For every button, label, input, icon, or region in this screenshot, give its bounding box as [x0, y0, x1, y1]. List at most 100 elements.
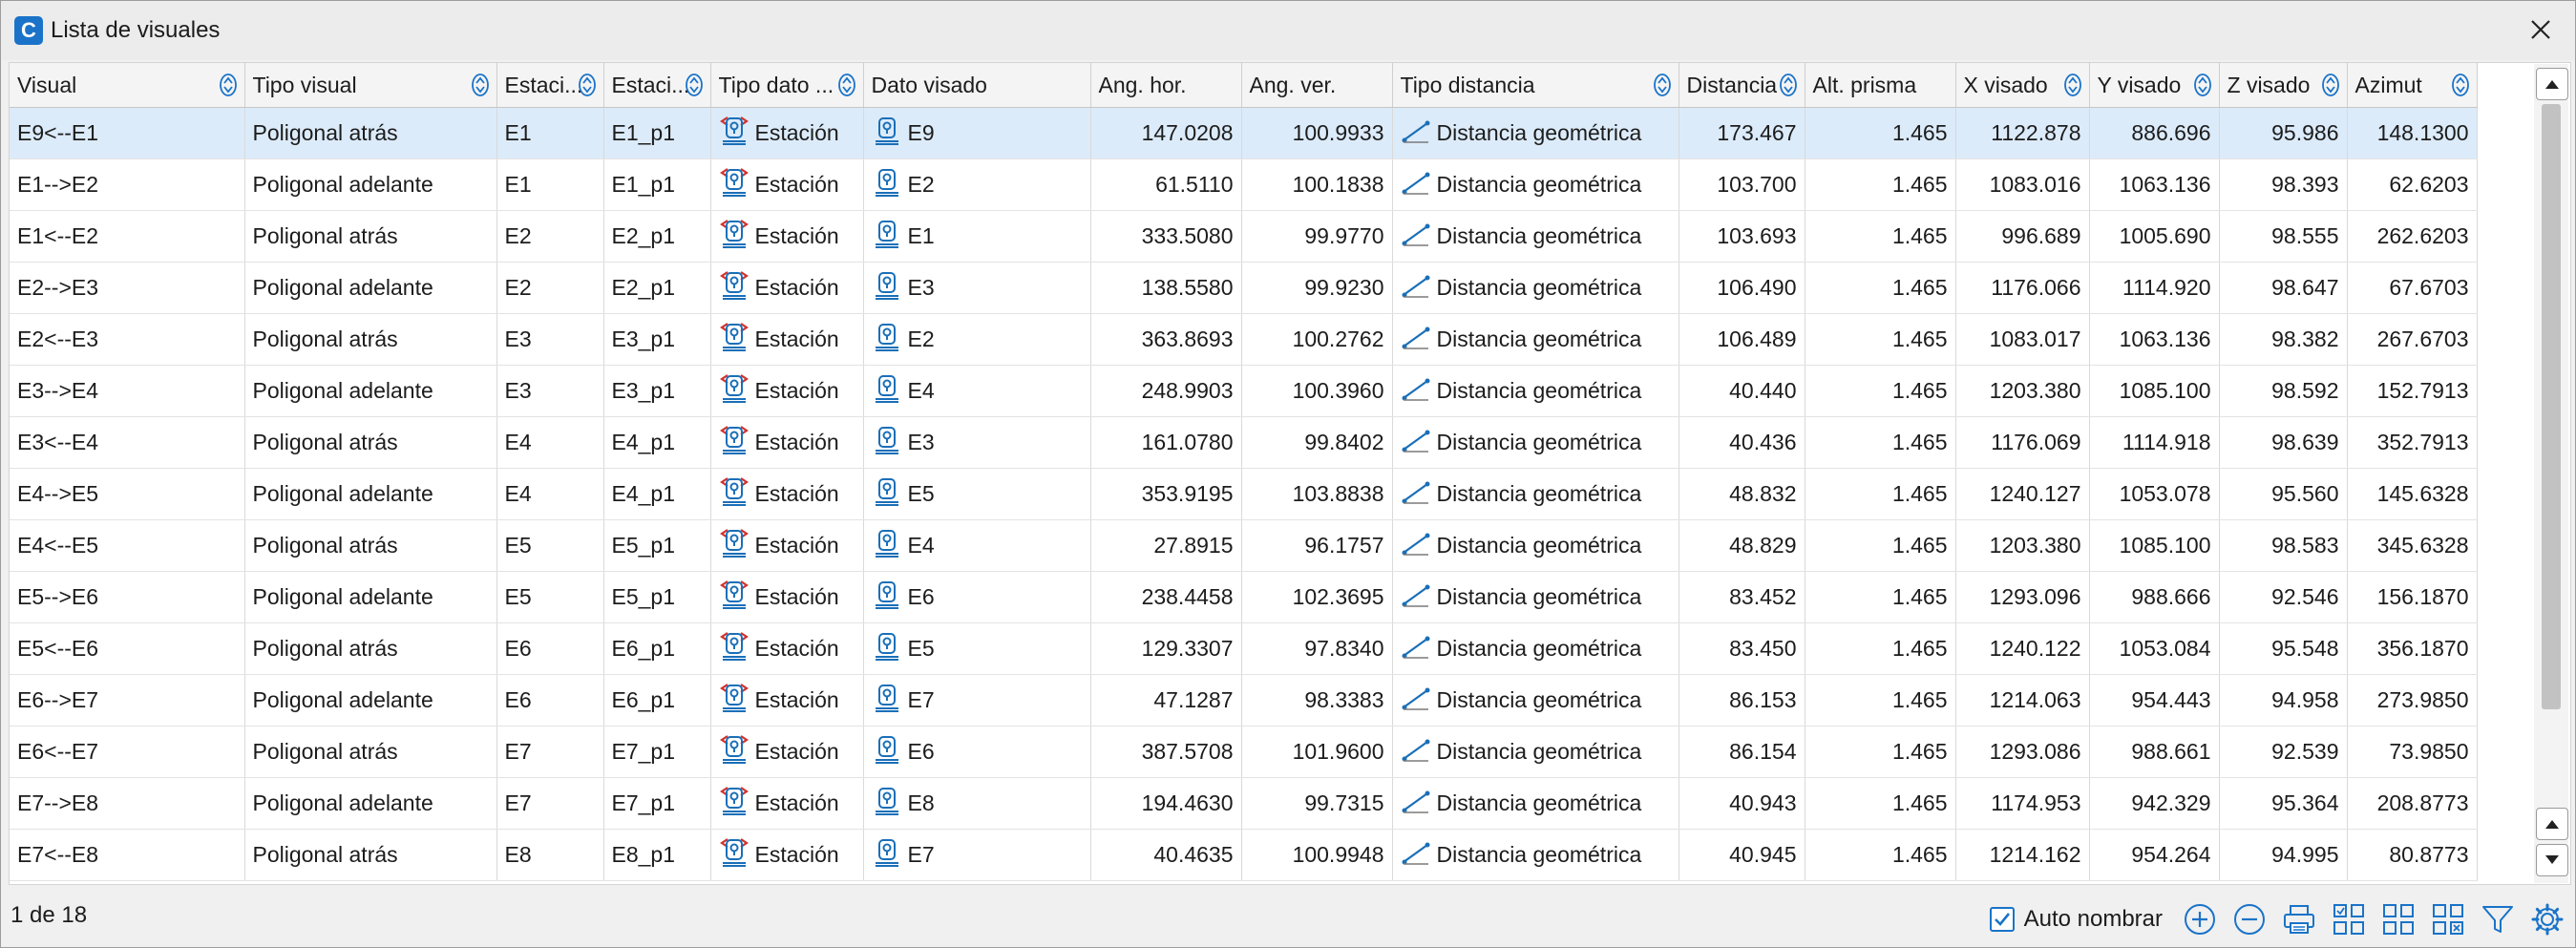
cell-azimut[interactable]: 352.7913	[2347, 416, 2478, 469]
sort-icon[interactable]	[2450, 73, 2471, 97]
cell-x_visado[interactable]: 1293.096	[1955, 571, 2090, 623]
cell-azimut[interactable]: 273.9850	[2347, 674, 2478, 727]
cell-x_visado[interactable]: 1214.162	[1955, 829, 2090, 881]
cell-alt_prisma[interactable]: 1.465	[1805, 519, 1956, 572]
cell-tipo_dato[interactable]: Estación	[710, 416, 864, 469]
cell-estacion2[interactable]: E1_p1	[603, 158, 711, 211]
cell-tipo_distancia[interactable]: Distancia geométrica	[1392, 365, 1679, 417]
sort-icon[interactable]	[1652, 73, 1673, 97]
cell-azimut[interactable]: 62.6203	[2347, 158, 2478, 211]
cell-visual[interactable]: E6<--E7	[10, 726, 245, 778]
cell-alt_prisma[interactable]: 1.465	[1805, 158, 1956, 211]
cell-tipo_distancia[interactable]: Distancia geométrica	[1392, 674, 1679, 727]
column-header-x_visado[interactable]: X visado	[1955, 63, 2090, 108]
cell-visual[interactable]: E3-->E4	[10, 365, 245, 417]
cell-azimut[interactable]: 67.6703	[2347, 262, 2478, 314]
cell-estacion2[interactable]: E6_p1	[603, 674, 711, 727]
cell-dato_visado[interactable]: E5	[863, 468, 1091, 520]
cell-estacion2[interactable]: E7_p1	[603, 777, 711, 830]
cell-ang_hor[interactable]: 47.1287	[1090, 674, 1242, 727]
cell-tipo_visual[interactable]: Poligonal adelante	[244, 468, 497, 520]
cell-tipo_dato[interactable]: Estación	[710, 468, 864, 520]
cell-tipo_distancia[interactable]: Distancia geométrica	[1392, 622, 1679, 675]
column-header-z_visado[interactable]: Z visado	[2219, 63, 2348, 108]
cell-estacion[interactable]: E2	[496, 210, 604, 263]
cell-tipo_dato[interactable]: Estación	[710, 674, 864, 727]
cell-distancia[interactable]: 40.440	[1679, 365, 1805, 417]
cell-ang_ver[interactable]: 101.9600	[1241, 726, 1393, 778]
cell-estacion[interactable]: E4	[496, 468, 604, 520]
cell-distancia[interactable]: 40.943	[1679, 777, 1805, 830]
cell-dato_visado[interactable]: E7	[863, 829, 1091, 881]
cell-tipo_dato[interactable]: Estación	[710, 365, 864, 417]
cell-distancia[interactable]: 40.945	[1679, 829, 1805, 881]
cell-ang_hor[interactable]: 248.9903	[1090, 365, 1242, 417]
scroll-down-button[interactable]	[2536, 844, 2568, 876]
table-row[interactable]: E5<--E6 Poligonal atrás E6 E6_p1 Estación E5 1…	[10, 622, 2478, 675]
cell-y_visado[interactable]: 1063.136	[2089, 313, 2220, 366]
cell-azimut[interactable]: 262.6203	[2347, 210, 2478, 263]
cell-azimut[interactable]: 267.6703	[2347, 313, 2478, 366]
cell-alt_prisma[interactable]: 1.465	[1805, 468, 1956, 520]
cell-x_visado[interactable]: 1293.086	[1955, 726, 2090, 778]
cell-estacion[interactable]: E2	[496, 262, 604, 314]
cell-visual[interactable]: E6-->E7	[10, 674, 245, 727]
cell-estacion[interactable]: E8	[496, 829, 604, 881]
vertical-scrollbar[interactable]	[2534, 64, 2568, 883]
cell-x_visado[interactable]: 1122.878	[1955, 107, 2090, 159]
cell-tipo_visual[interactable]: Poligonal atrás	[244, 107, 497, 159]
cell-dato_visado[interactable]: E2	[863, 313, 1091, 366]
scrollbar-thumb[interactable]	[2542, 104, 2561, 709]
cell-y_visado[interactable]: 1063.136	[2089, 158, 2220, 211]
cell-tipo_dato[interactable]: Estación	[710, 726, 864, 778]
cell-visual[interactable]: E2<--E3	[10, 313, 245, 366]
cell-estacion[interactable]: E4	[496, 416, 604, 469]
cell-estacion[interactable]: E6	[496, 622, 604, 675]
cell-azimut[interactable]: 148.1300	[2347, 107, 2478, 159]
cell-y_visado[interactable]: 886.696	[2089, 107, 2220, 159]
scroll-up-step-button[interactable]	[2536, 808, 2568, 840]
cell-azimut[interactable]: 345.6328	[2347, 519, 2478, 572]
cell-distancia[interactable]: 103.700	[1679, 158, 1805, 211]
cell-distancia[interactable]: 173.467	[1679, 107, 1805, 159]
cell-y_visado[interactable]: 942.329	[2089, 777, 2220, 830]
remove-button[interactable]	[2231, 901, 2268, 937]
cell-dato_visado[interactable]: E5	[863, 622, 1091, 675]
column-header-tipo_distancia[interactable]: Tipo distancia	[1392, 63, 1679, 108]
sort-icon[interactable]	[1778, 73, 1799, 97]
cell-tipo_visual[interactable]: Poligonal atrás	[244, 313, 497, 366]
cell-ang_hor[interactable]: 129.3307	[1090, 622, 1242, 675]
cell-tipo_distancia[interactable]: Distancia geométrica	[1392, 313, 1679, 366]
cell-dato_visado[interactable]: E2	[863, 158, 1091, 211]
cell-ang_ver[interactable]: 100.9933	[1241, 107, 1393, 159]
cell-x_visado[interactable]: 1176.069	[1955, 416, 2090, 469]
cell-estacion[interactable]: E5	[496, 519, 604, 572]
cell-ang_ver[interactable]: 100.2762	[1241, 313, 1393, 366]
cell-tipo_distancia[interactable]: Distancia geométrica	[1392, 829, 1679, 881]
cell-visual[interactable]: E9<--E1	[10, 107, 245, 159]
cell-ang_hor[interactable]: 333.5080	[1090, 210, 1242, 263]
cell-tipo_visual[interactable]: Poligonal adelante	[244, 777, 497, 830]
cell-visual[interactable]: E1<--E2	[10, 210, 245, 263]
cell-distancia[interactable]: 86.153	[1679, 674, 1805, 727]
auto-name-checkbox[interactable]: Auto nombrar	[1989, 906, 2163, 933]
cell-z_visado[interactable]: 98.393	[2219, 158, 2348, 211]
cell-tipo_distancia[interactable]: Distancia geométrica	[1392, 107, 1679, 159]
column-header-visual[interactable]: Visual	[10, 63, 245, 108]
cell-z_visado[interactable]: 98.583	[2219, 519, 2348, 572]
cell-estacion2[interactable]: E5_p1	[603, 571, 711, 623]
grid-view-1-button[interactable]	[2331, 901, 2367, 937]
cell-estacion2[interactable]: E3_p1	[603, 365, 711, 417]
cell-dato_visado[interactable]: E3	[863, 416, 1091, 469]
column-header-y_visado[interactable]: Y visado	[2089, 63, 2220, 108]
cell-tipo_distancia[interactable]: Distancia geométrica	[1392, 571, 1679, 623]
cell-estacion2[interactable]: E4_p1	[603, 468, 711, 520]
column-header-tipo_dato[interactable]: Tipo dato ...	[710, 63, 864, 108]
cell-alt_prisma[interactable]: 1.465	[1805, 571, 1956, 623]
cell-z_visado[interactable]: 95.986	[2219, 107, 2348, 159]
cell-alt_prisma[interactable]: 1.465	[1805, 262, 1956, 314]
cell-y_visado[interactable]: 1114.920	[2089, 262, 2220, 314]
cell-visual[interactable]: E1-->E2	[10, 158, 245, 211]
cell-estacion2[interactable]: E3_p1	[603, 313, 711, 366]
cell-ang_hor[interactable]: 194.4630	[1090, 777, 1242, 830]
